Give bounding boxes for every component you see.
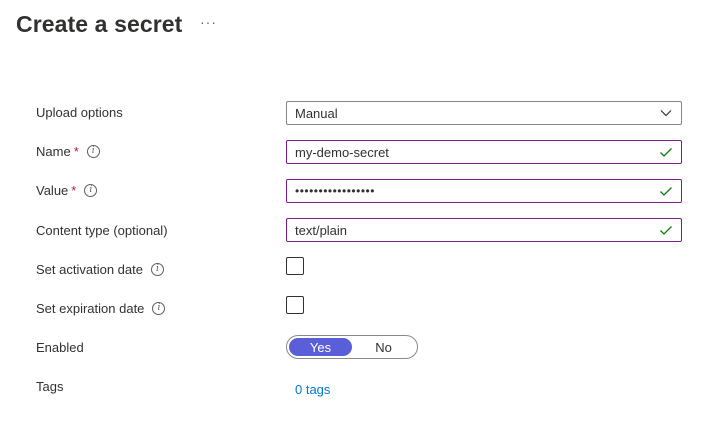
upload-options-dropdown[interactable]: Manual — [286, 101, 682, 125]
chevron-down-icon — [660, 110, 672, 117]
checkmark-icon — [660, 226, 672, 235]
info-icon[interactable]: i — [84, 184, 98, 197]
checkmark-icon — [660, 148, 672, 157]
name-input-value: my-demo-secret — [295, 144, 389, 160]
required-asterisk: * — [73, 144, 79, 159]
value-label: Value * i — [36, 183, 98, 198]
secret-value-input[interactable]: ••••••••••••••••• — [286, 179, 682, 203]
checkmark-icon — [660, 187, 672, 196]
activation-date-label: Set activation date i — [36, 262, 164, 277]
required-asterisk: * — [71, 183, 77, 198]
name-label-text: Name — [36, 144, 71, 159]
tags-link[interactable]: 0 tags — [295, 382, 330, 397]
info-icon[interactable]: i — [86, 145, 100, 158]
name-input[interactable]: my-demo-secret — [286, 140, 682, 164]
info-icon[interactable]: i — [150, 263, 164, 276]
secret-value-masked: ••••••••••••••••• — [295, 184, 375, 198]
more-options-icon[interactable]: ··· — [200, 14, 217, 30]
page-title: Create a secret — [16, 11, 183, 37]
upload-options-label-text: Upload options — [36, 105, 123, 120]
content-type-input[interactable]: text/plain — [286, 218, 682, 242]
enabled-label: Enabled — [36, 340, 84, 355]
tags-label: Tags — [36, 379, 63, 394]
upload-options-label: Upload options — [36, 105, 123, 120]
upload-options-value: Manual — [295, 105, 338, 121]
enabled-no-option[interactable]: No — [352, 338, 415, 356]
content-type-label: Content type (optional) — [36, 223, 168, 238]
enabled-yes-option[interactable]: Yes — [289, 338, 352, 356]
enabled-toggle[interactable]: Yes No — [286, 335, 418, 359]
expiration-date-checkbox[interactable] — [286, 296, 304, 314]
content-type-value: text/plain — [295, 222, 348, 238]
name-label: Name * i — [36, 144, 100, 159]
info-icon[interactable]: i — [152, 302, 166, 315]
expiration-date-label: Set expiration date i — [36, 301, 166, 316]
activation-date-checkbox[interactable] — [286, 257, 304, 275]
enabled-label-text: Enabled — [36, 340, 84, 355]
expiration-date-label-text: Set expiration date — [36, 301, 145, 316]
tags-label-text: Tags — [36, 379, 64, 394]
content-type-label-text: Content type (optional) — [36, 223, 168, 238]
activation-date-label-text: Set activation date — [36, 262, 143, 277]
value-label-text: Value — [36, 183, 69, 198]
